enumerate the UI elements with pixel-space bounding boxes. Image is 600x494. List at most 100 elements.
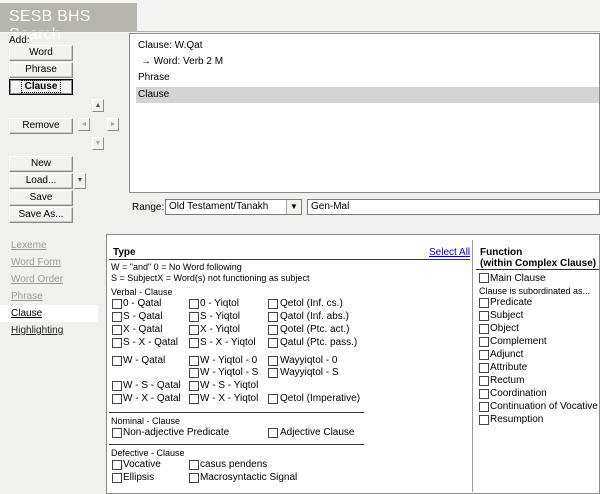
label-qotel-ptc-act: Qotel (Ptc. act.) bbox=[280, 324, 350, 335]
checkbox-qatol-inf-abs[interactable] bbox=[268, 312, 278, 322]
load-dropdown-icon[interactable]: ▼ bbox=[74, 173, 86, 189]
save-button[interactable]: Save bbox=[9, 190, 73, 206]
label-adjunct: Adjunct bbox=[490, 349, 524, 360]
new-button[interactable]: New bbox=[9, 156, 73, 172]
checkbox-macrosyntactic-signal[interactable] bbox=[189, 473, 199, 483]
checkbox-complement[interactable] bbox=[479, 337, 489, 347]
function-divider bbox=[472, 240, 473, 492]
checkbox-object[interactable] bbox=[479, 324, 489, 334]
checkbox-s-x-yiqtol[interactable] bbox=[189, 338, 199, 348]
checkbox-wayyiqtol-s[interactable] bbox=[268, 368, 278, 378]
subordinated-label: Clause is subordinated as... bbox=[479, 286, 591, 296]
checkbox-s-yiqtol[interactable] bbox=[189, 312, 199, 322]
legend-line-1: W = "and" 0 = No Word following bbox=[111, 262, 242, 272]
label-casus-pendens: casus pendens bbox=[200, 459, 268, 470]
checkbox-x-qatal[interactable] bbox=[112, 325, 122, 335]
range-label: Range: bbox=[132, 202, 165, 213]
nav-highlighting[interactable]: Highlighting bbox=[0, 322, 98, 339]
verbal-title: Verbal - Clause bbox=[111, 287, 173, 297]
checkbox-vocative[interactable] bbox=[112, 460, 122, 470]
checkbox-continuation-of-vocative[interactable] bbox=[479, 402, 489, 412]
nav-word-order[interactable]: Word Order bbox=[0, 271, 98, 288]
range-input[interactable]: Gen-Mal bbox=[307, 199, 600, 215]
chevron-down-icon[interactable]: ▼ bbox=[286, 200, 301, 214]
move-down-icon[interactable]: ▼ bbox=[92, 137, 104, 150]
add-word-button[interactable]: Word bbox=[9, 45, 73, 61]
checkbox-0-qatal[interactable] bbox=[112, 299, 122, 309]
label-resumption: Resumption bbox=[490, 414, 544, 425]
remove-label: Remove bbox=[22, 120, 60, 131]
label-w-x-qatal: W - X - Qatal bbox=[123, 393, 181, 404]
range-select-value: Old Testament/Tanakh bbox=[169, 201, 269, 212]
title-divider bbox=[0, 31, 600, 32]
save-label: Save bbox=[29, 192, 53, 203]
nav-word-form[interactable]: Word Form bbox=[0, 254, 98, 271]
label-x-qatal: X - Qatal bbox=[123, 324, 163, 335]
checkbox-coordination[interactable] bbox=[479, 389, 489, 399]
checkbox-subject[interactable] bbox=[479, 311, 489, 321]
checkbox-ellipsis[interactable] bbox=[112, 473, 122, 483]
label-subject: Subject bbox=[490, 310, 524, 321]
checkbox-w-yiqtol-0[interactable] bbox=[189, 356, 199, 366]
add-word-label: Word bbox=[29, 47, 53, 58]
checkbox-qatul-ptc-pass[interactable] bbox=[268, 338, 278, 348]
checkbox-qetol-inf-cs[interactable] bbox=[268, 299, 278, 309]
checkbox-rectum[interactable] bbox=[479, 376, 489, 386]
label-continuation-of-vocative: Continuation of Vocative bbox=[490, 401, 598, 412]
checkbox-w-yiqtol-s[interactable] bbox=[189, 368, 199, 378]
checkbox-adjective-clause[interactable] bbox=[268, 428, 278, 438]
query-line-phrase[interactable]: Phrase bbox=[138, 72, 170, 83]
checkbox-w-s-yiqtol[interactable] bbox=[189, 381, 199, 391]
label-adjective-clause: Adjective Clause bbox=[280, 427, 355, 438]
label-object: Object bbox=[490, 323, 519, 334]
move-right-icon[interactable]: ► bbox=[107, 118, 119, 131]
checkbox-s-qatal[interactable] bbox=[112, 312, 122, 322]
function-header-divider bbox=[476, 269, 599, 270]
checkbox-adjunct[interactable] bbox=[479, 350, 489, 360]
checkbox-x-yiqtol[interactable] bbox=[189, 325, 199, 335]
load-button[interactable]: Load... bbox=[9, 173, 73, 189]
checkbox-w-x-qatal[interactable] bbox=[112, 394, 122, 404]
range-select[interactable]: Old Testament/Tanakh ▼ bbox=[165, 199, 302, 215]
checkbox-predicate[interactable] bbox=[479, 298, 489, 308]
label-s-x-yiqtol: S - X - Yiqtol bbox=[200, 337, 256, 348]
label-wayyiqtol-0: Wayyiqtol - 0 bbox=[280, 355, 338, 366]
nav-phrase[interactable]: Phrase bbox=[0, 288, 98, 305]
checkbox-casus-pendens[interactable] bbox=[189, 460, 199, 470]
query-line-clause-selected[interactable]: Clause bbox=[138, 89, 169, 100]
save-as-label: Save As... bbox=[18, 209, 64, 220]
clause-options-panel: Type Select All W = "and" 0 = No Word fo… bbox=[106, 234, 600, 494]
checkbox-0-yiqtol[interactable] bbox=[189, 299, 199, 309]
checkbox-s-x-qatal[interactable] bbox=[112, 338, 122, 348]
label-s-x-qatal: S - X - Qatal bbox=[123, 337, 179, 348]
nav-lexeme[interactable]: Lexeme bbox=[0, 237, 98, 254]
checkbox-non-adjective-predicate[interactable] bbox=[112, 428, 122, 438]
query-line-word[interactable]: → Word: Verb 2 M bbox=[141, 56, 223, 67]
add-clause-button[interactable]: Clause bbox=[9, 79, 73, 95]
move-left-icon[interactable]: ◄ bbox=[78, 118, 90, 131]
checkbox-qotel-ptc-act[interactable] bbox=[268, 325, 278, 335]
checkbox-qetol-imperative[interactable] bbox=[268, 394, 278, 404]
label-0-qatal: 0 - Qatal bbox=[123, 298, 162, 309]
add-phrase-button[interactable]: Phrase bbox=[9, 62, 73, 78]
query-line-clause[interactable]: Clause: W.Qat bbox=[138, 40, 202, 51]
load-label: Load... bbox=[25, 175, 57, 186]
app-window: SESB BHS Search Add: Word Phrase Clause … bbox=[0, 0, 600, 494]
checkbox-wayyiqtol-0[interactable] bbox=[268, 356, 278, 366]
move-up-icon[interactable]: ▲ bbox=[92, 99, 104, 112]
remove-button[interactable]: Remove bbox=[9, 118, 73, 134]
query-tree[interactable]: Clause: W.Qat → Word: Verb 2 M Phrase Cl… bbox=[129, 33, 600, 193]
checkbox-main-clause[interactable] bbox=[479, 273, 489, 283]
query-line-selected[interactable] bbox=[136, 87, 599, 103]
select-all-link[interactable]: Select All bbox=[429, 247, 470, 258]
save-as-button[interactable]: Save As... bbox=[9, 207, 73, 223]
new-label: New bbox=[30, 158, 51, 169]
function-header: Function bbox=[480, 247, 523, 258]
checkbox-w-qatal[interactable] bbox=[112, 356, 122, 366]
nav-clause[interactable]: Clause bbox=[0, 305, 98, 322]
add-phrase-label: Phrase bbox=[25, 64, 57, 75]
checkbox-w-x-yiqtol[interactable] bbox=[189, 394, 199, 404]
checkbox-attribute[interactable] bbox=[479, 363, 489, 373]
checkbox-w-s-qatal[interactable] bbox=[112, 381, 122, 391]
checkbox-resumption[interactable] bbox=[479, 415, 489, 425]
